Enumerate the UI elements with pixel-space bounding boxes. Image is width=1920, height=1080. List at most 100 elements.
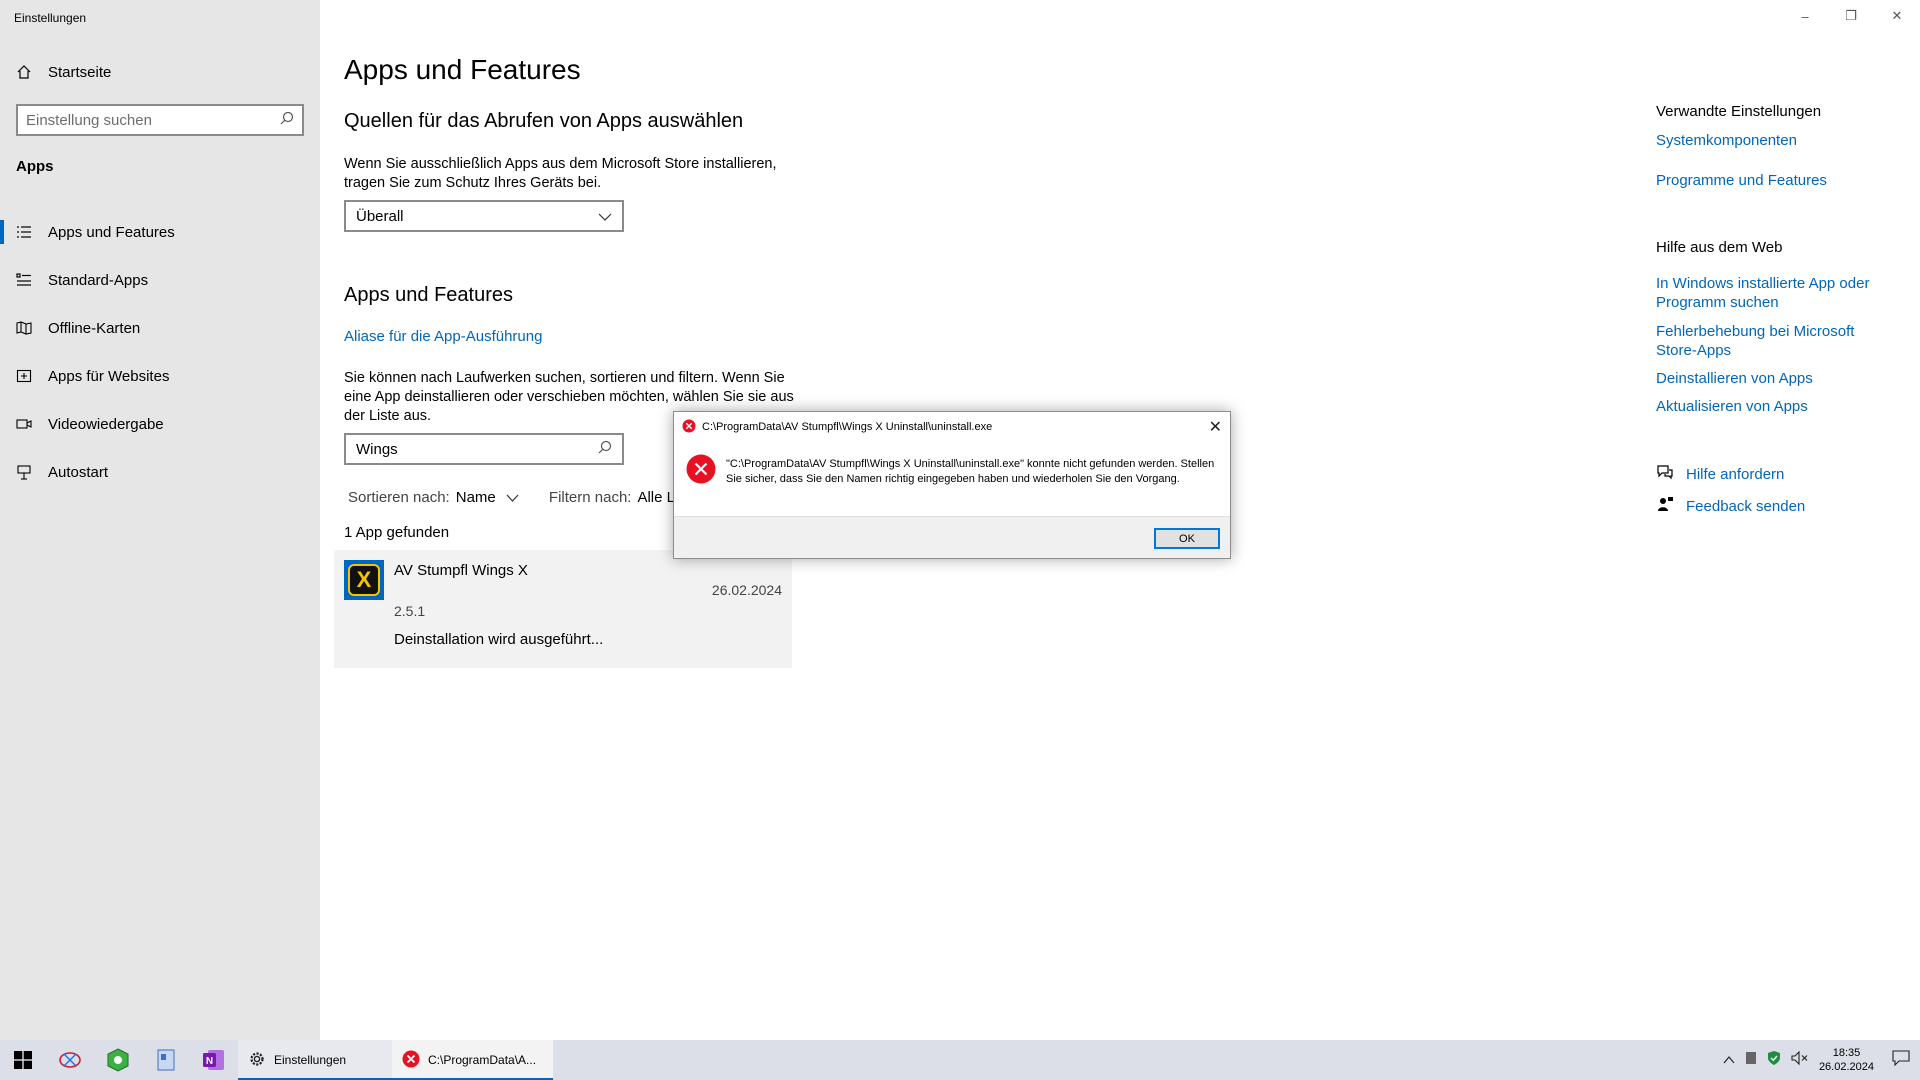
defender-shield-icon[interactable] [1767,1050,1781,1071]
source-dropdown-value: Überall [356,207,404,225]
app-date: 26.02.2024 [711,582,782,598]
windows-logo-icon [14,1051,32,1069]
get-help-link[interactable]: Hilfe anfordern [1656,464,1784,484]
settings-search-placeholder: Einstellung suchen [26,111,152,129]
source-dropdown[interactable]: Überall [344,200,624,232]
close-button[interactable]: ✕ [1874,0,1920,32]
taskbar: N Einstellungen C:\ProgramData\A... 18:3… [0,1040,1920,1080]
window-title: Einstellungen [14,11,87,25]
restore-button[interactable]: ❐ [1828,0,1874,32]
sort-label: Sortieren nach: [348,489,450,506]
minimize-button[interactable]: – [1782,0,1828,32]
system-tray: 18:35 26.02.2024 [1723,1040,1920,1080]
error-icon [682,419,696,436]
clock-time: 18:35 [1832,1047,1861,1059]
chat-help-icon [1656,464,1674,484]
web-help-link[interactable]: Aktualisieren von Apps [1656,397,1886,416]
search-icon [280,111,294,129]
home-icon [16,64,32,80]
page-title: Apps und Features [344,54,581,85]
app-name: AV Stumpfl Wings X [394,562,528,579]
error-dialog: C:\ProgramData\AV Stumpfl\Wings X Uninst… [673,411,1231,559]
result-count: 1 App gefunden [344,524,450,541]
home-link[interactable]: Startseite [16,60,111,84]
dialog-close-icon[interactable]: ✕ [1209,417,1222,437]
feedback-label: Feedback senden [1686,497,1806,515]
feedback-icon [1656,496,1674,516]
startup-icon [16,464,32,480]
dialog-footer: OK [674,516,1230,558]
settings-search-input[interactable]: Einstellung suchen [16,104,304,136]
onenote-icon[interactable]: N [190,1040,238,1080]
source-text: Wenn Sie ausschließlich Apps aus dem Mic… [344,156,777,191]
sidebar-item-video[interactable]: Videowiedergabe [0,400,320,448]
list-icon [16,224,32,240]
taskbar-app-settings[interactable]: Einstellungen [238,1040,392,1080]
video-icon [16,416,32,432]
sort-dropdown[interactable]: Name [456,489,519,506]
alias-link[interactable]: Aliase für die App-Ausführung [344,328,542,345]
list-item[interactable]: X AV Stumpfl Wings X 26.02.2024 2.5.1 De… [334,550,792,668]
filter-label: Filtern nach: [548,489,632,506]
taskbar-app-label: Einstellungen [274,1053,347,1067]
map-icon [16,320,32,336]
taskbar-app-error[interactable]: C:\ProgramData\A... [392,1040,553,1080]
chevron-down-icon [598,208,612,225]
dialog-body: "C:\ProgramData\AV Stumpfl\Wings X Unins… [674,442,1230,518]
app-search-value: Wings [356,440,398,458]
related-link[interactable]: Systemkomponenten [1656,131,1886,150]
snipping-tool-icon[interactable] [46,1040,94,1080]
ok-button[interactable]: OK [1154,528,1220,549]
web-apps-icon [16,368,32,384]
error-icon [686,454,716,489]
sidebar-item-label: Standard-Apps [48,271,149,289]
related-link[interactable]: Programme und Features [1656,171,1886,190]
sidebar-item-label: Autostart [48,463,109,481]
sidebar-item-startup[interactable]: Autostart [0,448,320,496]
sidebar-item-default-apps[interactable]: Standard-Apps [0,256,320,304]
sidebar-item-apps-features[interactable]: Apps und Features [0,208,320,256]
start-button[interactable] [0,1040,46,1080]
app-version: 2.5.1 [394,603,426,619]
chevron-down-icon [506,489,519,506]
sidebar-nav: Apps und Features Standard-Apps Offline-… [0,208,320,496]
clock[interactable]: 18:35 26.02.2024 [1819,1046,1874,1074]
sidebar-item-label: Apps für Websites [48,367,170,385]
sidebar-item-label: Videowiedergabe [48,415,164,433]
sidebar-item-offline-maps[interactable]: Offline-Karten [0,304,320,352]
app-search-input[interactable]: Wings [344,433,624,465]
window-controls: – ❐ ✕ [1782,0,1920,32]
dialog-titlebar: C:\ProgramData\AV Stumpfl\Wings X Uninst… [674,412,1230,442]
sidebar-item-web-apps[interactable]: Apps für Websites [0,352,320,400]
app-status: Deinstallation wird ausgeführt... [394,631,604,648]
svg-text:N: N [206,1056,213,1067]
gear-icon [248,1050,266,1071]
web-help-link[interactable]: Deinstallieren von Apps [1656,369,1886,388]
sidebar: Einstellungen Startseite Einstellung suc… [0,0,320,1040]
notification-icon[interactable] [1892,1049,1910,1071]
section-label: Apps [16,158,54,175]
id-app-icon[interactable] [142,1040,190,1080]
sort-value: Name [455,489,496,506]
dialog-message: "C:\ProgramData\AV Stumpfl\Wings X Unins… [726,458,1215,485]
app-icon: X [344,560,384,600]
web-help-heading: Hilfe aus dem Web [1656,239,1783,256]
chevron-up-icon[interactable] [1723,1051,1735,1069]
related-heading: Verwandte Einstellungen [1656,103,1822,120]
sidebar-item-label: Offline-Karten [48,319,141,337]
web-help-link[interactable]: Fehlerbehebung bei Microsoft Store-Apps [1656,322,1886,360]
sidebar-item-label: Apps und Features [48,223,175,241]
error-icon [402,1050,420,1071]
taskbar-app-label: C:\ProgramData\A... [428,1053,537,1067]
apps-heading: Apps und Features [344,284,513,306]
get-help-label: Hilfe anfordern [1686,465,1785,483]
dialog-title: C:\ProgramData\AV Stumpfl\Wings X Uninst… [702,421,993,433]
device-icon[interactable] [1745,1051,1757,1070]
feedback-link[interactable]: Feedback senden [1656,496,1805,516]
default-apps-icon [16,272,32,288]
source-heading: Quellen für das Abrufen von Apps auswähl… [344,110,744,132]
security-app-icon[interactable] [94,1040,142,1080]
web-help-link[interactable]: In Windows installierte App oder Program… [1656,274,1886,312]
speaker-muted-icon[interactable] [1791,1050,1809,1070]
home-label: Startseite [48,63,112,81]
